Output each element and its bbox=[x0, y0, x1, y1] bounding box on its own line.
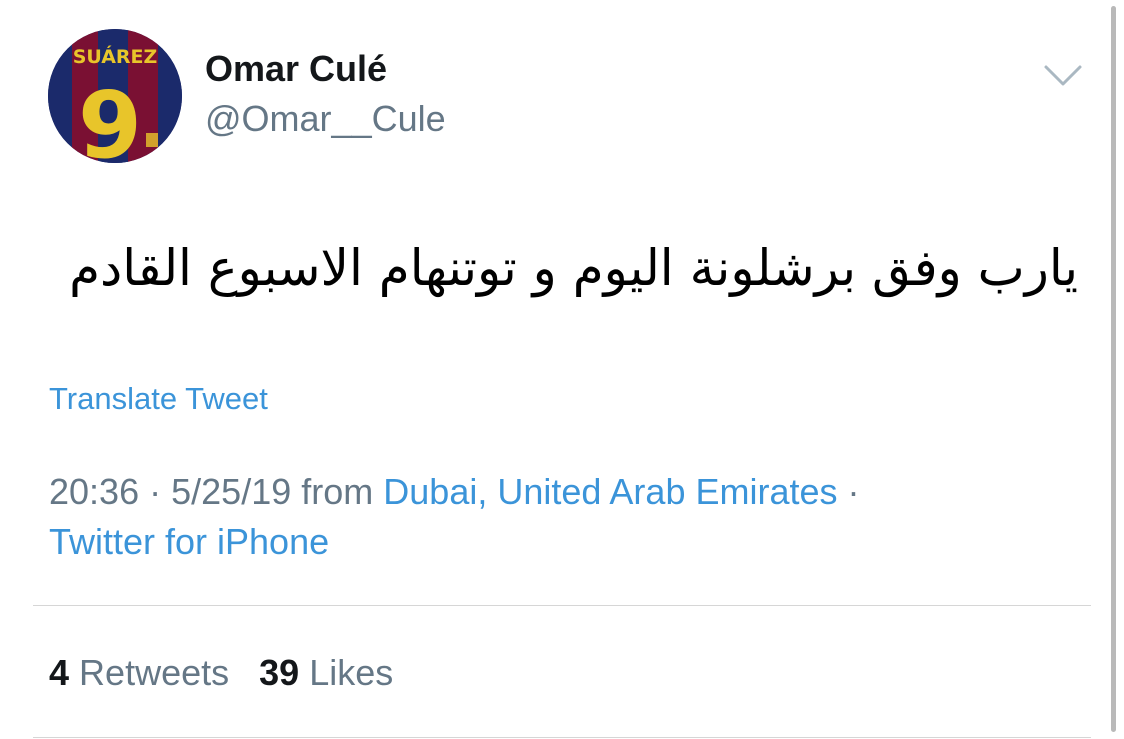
user-handle[interactable]: @Omar__Cule bbox=[205, 98, 446, 140]
retweets-stat[interactable]: 4 Retweets bbox=[49, 652, 229, 693]
likes-count: 39 bbox=[259, 652, 300, 693]
display-name[interactable]: Omar Culé bbox=[205, 48, 387, 90]
tweet-text: يارب وفق برشلونة اليوم و توتنهام الاسبوع… bbox=[69, 239, 1078, 297]
tweet-meta: 20:36 · 5/25/19 from Dubai, United Arab … bbox=[49, 467, 1049, 567]
source-link[interactable]: Twitter for iPhone bbox=[49, 521, 329, 562]
tweet-time: 20:36 bbox=[49, 471, 140, 512]
jersey-name-text: SUÁREZ bbox=[73, 45, 158, 68]
tweet-date: 5/25/19 bbox=[171, 471, 292, 512]
avatar-jersey-image: SUÁREZ 9 bbox=[48, 29, 182, 163]
retweets-count: 4 bbox=[49, 652, 70, 693]
location-link[interactable]: Dubai, United Arab Emirates bbox=[383, 471, 837, 512]
divider bbox=[33, 605, 1091, 606]
likes-label: Likes bbox=[309, 652, 394, 693]
likes-stat[interactable]: 39 Likes bbox=[259, 652, 393, 693]
tweet-detail: SUÁREZ 9 Omar Culé @Omar__Cule يارب وفق … bbox=[0, 0, 1124, 739]
scrollbar[interactable] bbox=[1111, 6, 1116, 732]
retweets-label: Retweets bbox=[79, 652, 230, 693]
meta-separator: · bbox=[149, 471, 162, 512]
tweet-stats: 4 Retweets 39 Likes bbox=[49, 652, 393, 694]
from-label: from bbox=[301, 471, 374, 512]
divider bbox=[33, 737, 1091, 738]
meta-separator: · bbox=[847, 471, 860, 512]
chevron-down-icon[interactable] bbox=[1040, 58, 1086, 94]
avatar[interactable]: SUÁREZ 9 bbox=[48, 29, 182, 163]
jersey-number-text: 9 bbox=[78, 72, 142, 163]
translate-tweet-link[interactable]: Translate Tweet bbox=[49, 381, 268, 417]
